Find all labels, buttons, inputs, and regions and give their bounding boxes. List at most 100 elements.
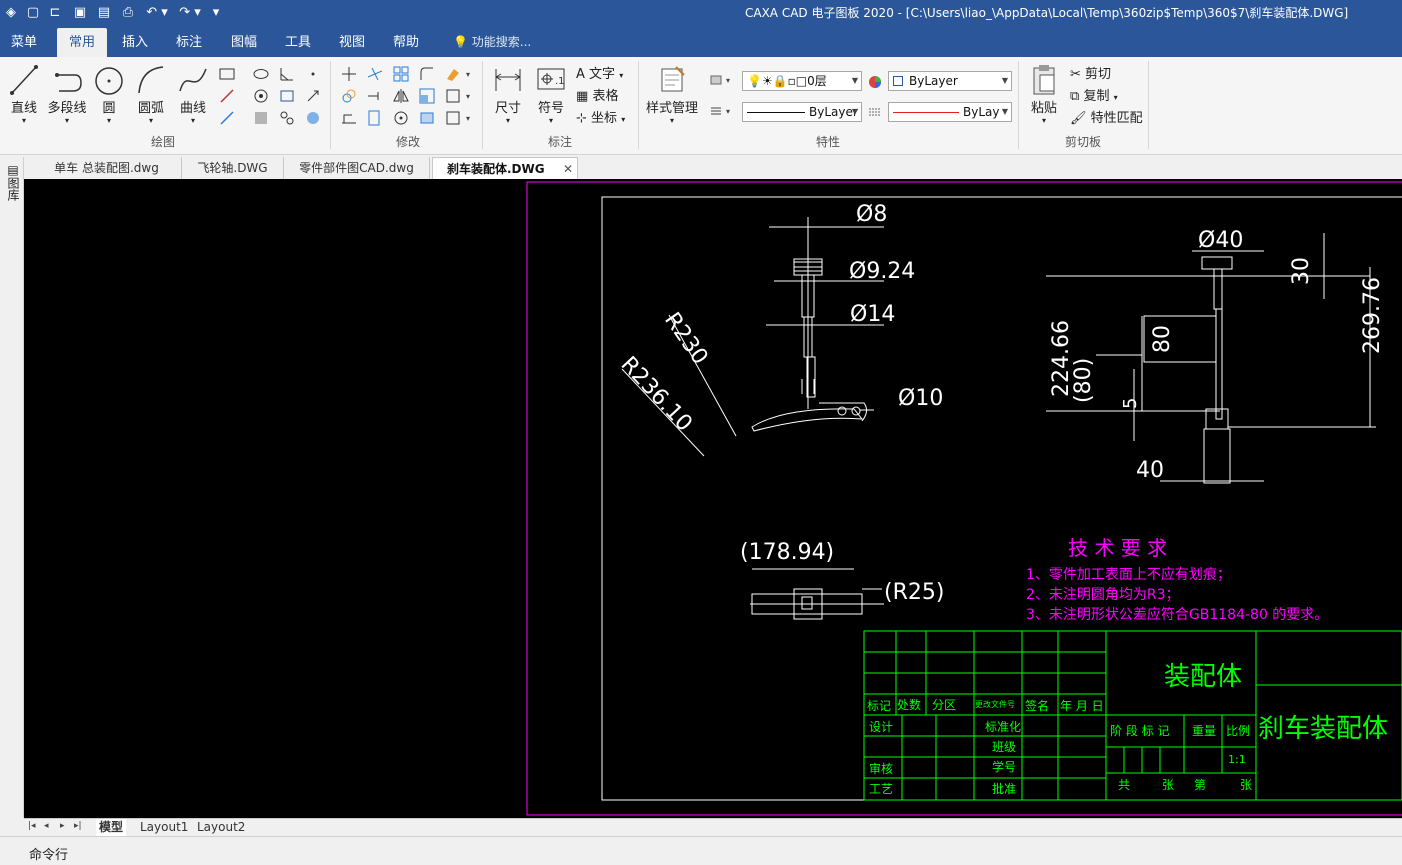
point-icon[interactable] (304, 65, 322, 83)
text-icon: A (576, 67, 585, 82)
tb-label: 比例 (1226, 724, 1250, 738)
next-layout-icon[interactable]: ▸ (60, 821, 65, 831)
arc-button[interactable]: 圆弧 ▾ (133, 63, 169, 125)
tb-label: 年 月 日 (1060, 699, 1104, 713)
save-as-icon[interactable]: ▤ (95, 4, 113, 22)
doc-tab[interactable]: 单车 总装配图.dwg (32, 157, 182, 179)
gear-icon[interactable] (278, 87, 296, 105)
tb-label: 标记 (867, 699, 891, 713)
table-button[interactable]: ▦ 表格 (576, 85, 618, 104)
break-icon[interactable] (366, 109, 384, 127)
redo-icon[interactable]: ↷ ▾ (177, 4, 203, 22)
linetype-scale-icon[interactable] (866, 103, 884, 121)
color-wheel-icon[interactable] (866, 73, 884, 91)
paste-button[interactable]: 粘贴 ▾ (1024, 63, 1064, 125)
customize-icon[interactable]: ▾ (210, 4, 222, 22)
dim-label: R230 (659, 308, 712, 369)
dims-left: Ø8 Ø9.24 Ø14 Ø10 R230 R236.10 (616, 202, 944, 437)
rectangle-icon[interactable] (218, 65, 236, 83)
tab-view[interactable]: 视图 (330, 28, 374, 57)
polyline-button[interactable]: 多段线 ▾ (45, 63, 89, 125)
group-label-draw: 绘图 (150, 135, 175, 149)
app-logo-icon[interactable]: ◈ (2, 4, 20, 22)
scale-icon[interactable] (418, 87, 436, 105)
layout-tab[interactable]: Layout1 (140, 819, 188, 836)
edit-icon[interactable]: ▾ (444, 109, 474, 127)
angle-line-icon[interactable] (278, 65, 296, 83)
tb-label: 设计 (869, 720, 893, 734)
cut-button[interactable]: ✂ 剪切 (1070, 63, 1111, 82)
chamfer-icon[interactable]: ▾ (444, 87, 474, 105)
tech-title: 技 术 要 求 (1068, 536, 1167, 560)
ellipse-icon[interactable] (252, 65, 270, 83)
circle-button[interactable]: 圆 ▾ (92, 63, 126, 125)
prev-layout-icon[interactable]: ◂ (44, 821, 49, 831)
doc-tab[interactable]: 飞轮轴.DWG (182, 157, 284, 179)
symbol-library-icon[interactable] (278, 109, 296, 127)
print-icon[interactable]: ⎙ (119, 4, 137, 22)
centerline-icon[interactable] (218, 87, 236, 105)
tech-note: 2、未注明圆角均为R3； (1026, 587, 1180, 603)
copy-object-icon[interactable] (340, 87, 358, 105)
hatch-icon[interactable] (252, 87, 270, 105)
drawing-canvas[interactable]: Ø8 Ø9.24 Ø14 Ø10 R230 R236.10 Ø40 30 80 … (24, 179, 1402, 818)
trim-icon[interactable] (366, 65, 384, 83)
tab-insert[interactable]: 插入 (113, 28, 157, 57)
tab-help[interactable]: 帮助 (384, 28, 428, 57)
save-icon[interactable]: ▣ (71, 4, 89, 22)
array-icon[interactable] (392, 65, 410, 83)
match-properties-button[interactable]: 🖌 特性匹配 (1070, 107, 1143, 126)
extend-icon[interactable] (366, 87, 384, 105)
tb-label: 第 (1194, 778, 1206, 792)
dim-label: Ø40 (1198, 228, 1243, 253)
linetype-combo[interactable]: ByLayer ▼ (742, 102, 862, 122)
copy-button[interactable]: ⧉ 复制 ▾ (1070, 85, 1118, 104)
erase-icon[interactable]: ▾ (444, 65, 474, 83)
tb-label: 班级 (992, 740, 1016, 754)
doc-tab-active[interactable]: 刹车装配体.DWG ✕ (432, 157, 578, 179)
tab-sheet[interactable]: 图幅 (222, 28, 266, 57)
pointer-icon[interactable] (304, 87, 322, 105)
wave-line-icon[interactable] (304, 109, 322, 127)
sheet-inner-frame (601, 196, 1402, 801)
layer-manager-icon[interactable]: ▾ (708, 71, 736, 89)
dim-label: 80 (1150, 325, 1175, 353)
fillet-icon[interactable] (418, 65, 436, 83)
style-manager-button[interactable]: 样式管理 ▾ (644, 63, 700, 125)
last-layout-icon[interactable]: ▸| (74, 821, 82, 831)
command-line[interactable]: 命令行 (0, 836, 1402, 865)
layer-combo[interactable]: 💡☀🔒▫□0层 ▼ (742, 71, 862, 91)
new-icon[interactable]: ▢ (24, 4, 42, 22)
mirror-icon[interactable] (392, 87, 410, 105)
tab-annotate[interactable]: 标注 (167, 28, 211, 57)
symbol-button[interactable]: .1 符号 ▾ (533, 63, 569, 125)
line-button[interactable]: 直线 ▾ (6, 63, 42, 125)
curve-button[interactable]: 曲线 ▾ (175, 63, 211, 125)
layout-tab[interactable]: Layout2 (197, 819, 245, 836)
feature-search[interactable]: 💡 功能搜索... (453, 28, 531, 57)
rotate-icon[interactable] (392, 109, 410, 127)
lineweight-icon[interactable]: ▾ (708, 102, 736, 120)
layout-tab-model[interactable]: 模型 (96, 819, 127, 836)
coordinate-button[interactable]: ⊹ 坐标 ▾ (576, 107, 625, 126)
undo-icon[interactable]: ↶ ▾ (144, 4, 170, 22)
explode-icon[interactable] (418, 109, 436, 127)
lineweight-combo[interactable]: ByLay ▼ (888, 102, 1012, 122)
stretch-icon[interactable] (340, 109, 358, 127)
tb-scale-value: 1:1 (1228, 753, 1246, 766)
tab-tools[interactable]: 工具 (276, 28, 320, 57)
block-icon[interactable] (252, 109, 270, 127)
move-icon[interactable] (340, 65, 358, 83)
library-tab[interactable]: ▤图库 (4, 163, 20, 201)
dim-label: Ø10 (898, 386, 943, 411)
first-layout-icon[interactable]: |◂ (28, 821, 36, 831)
dimension-button[interactable]: 尺寸 ▾ (490, 63, 526, 125)
open-icon[interactable]: ⊏ (46, 4, 64, 22)
color-combo[interactable]: ByLayer ▼ (888, 71, 1012, 91)
tab-common[interactable]: 常用 (57, 28, 107, 57)
text-button[interactable]: A 文字 ▾ (576, 63, 623, 82)
offset-line-icon[interactable] (218, 109, 236, 127)
close-icon[interactable]: ✕ (563, 158, 573, 180)
menu-item-main[interactable]: 菜单 (0, 28, 48, 57)
doc-tab[interactable]: 零件部件图CAD.dwg (284, 157, 430, 179)
